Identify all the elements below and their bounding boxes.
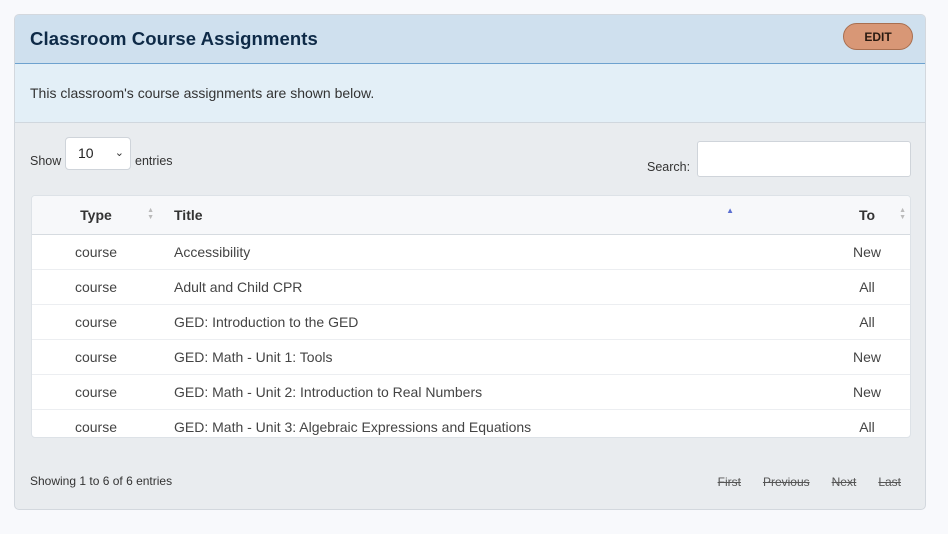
cell-type: course	[32, 304, 160, 340]
cell-to: All	[824, 304, 910, 340]
column-header-title[interactable]: Title ▲	[160, 196, 824, 235]
edit-button[interactable]: EDIT	[843, 23, 913, 50]
assignments-table: Type ▲ ▼ Title ▲ To ▲ ▼ course Accessibi…	[31, 195, 911, 438]
course-assignments-panel: Classroom Course Assignments EDIT This c…	[14, 14, 926, 510]
table-row: course GED: Math - Unit 1: Tools New	[32, 339, 910, 375]
sort-both-icon: ▲ ▼	[899, 207, 906, 221]
search-input[interactable]	[697, 141, 911, 177]
table-info: Showing 1 to 6 of 6 entries	[30, 474, 173, 488]
sort-both-icon: ▲ ▼	[147, 207, 154, 221]
cell-type: course	[74, 418, 118, 435]
table-row: course GED: Math - Unit 2: Introduction …	[32, 374, 910, 410]
cell-to: New	[824, 339, 910, 375]
cell-to: New	[824, 374, 910, 410]
cell-type: course	[32, 339, 160, 375]
table-row: course Adult and Child CPR All	[32, 269, 910, 305]
entries-label: entries	[135, 154, 173, 168]
column-header-to[interactable]: To ▲ ▼	[824, 196, 910, 235]
cell-type: course	[32, 234, 160, 270]
cell-title: GED: Math - Unit 3: Algebraic Expression…	[174, 418, 532, 435]
cell-title: GED: Introduction to the GED	[160, 304, 824, 340]
cell-title: Adult and Child CPR	[160, 269, 824, 305]
cell-title: GED: Math - Unit 2: Introduction to Real…	[160, 374, 824, 410]
cell-title: Accessibility	[160, 234, 824, 270]
sort-ascending-icon: ▲	[726, 206, 734, 215]
page-size-select[interactable]: 10 ⌄	[65, 137, 131, 170]
pagination: First Previous Next Last	[718, 475, 901, 489]
column-header-to-label: To	[858, 206, 876, 223]
search-label: Search:	[647, 160, 691, 174]
cell-title: GED: Math - Unit 1: Tools	[160, 339, 824, 375]
panel-title: Classroom Course Assignments	[30, 28, 318, 49]
show-label: Show	[30, 154, 62, 168]
next-page-button[interactable]: Next	[832, 475, 857, 489]
cell-to: All	[824, 269, 910, 305]
table-row: course GED: Introduction to the GED All	[32, 304, 910, 340]
column-header-title-label: Title	[174, 206, 203, 223]
page-size-value: 10	[78, 145, 94, 161]
table-header-row: Type ▲ ▼ Title ▲ To ▲ ▼	[32, 196, 910, 235]
description-text: This classroom's course assignments are …	[30, 85, 375, 101]
cell-type: course	[32, 269, 160, 305]
table-footer: Showing 1 to 6 of 6 entries First Previo…	[15, 455, 925, 505]
column-header-type-label: Type	[80, 206, 112, 223]
cell-to: All	[859, 418, 875, 435]
cell-to: New	[824, 234, 910, 270]
previous-page-button[interactable]: Previous	[763, 475, 810, 489]
panel-description: This classroom's course assignments are …	[15, 64, 925, 123]
table-row: course GED: Math - Unit 3: Algebraic Exp…	[32, 409, 910, 437]
column-header-type[interactable]: Type ▲ ▼	[32, 196, 160, 235]
table-controls: Show 10 ⌄ entries Search:	[15, 123, 925, 195]
first-page-button[interactable]: First	[718, 475, 741, 489]
table-row: course Accessibility New	[32, 234, 910, 270]
panel-header: Classroom Course Assignments EDIT	[15, 15, 925, 64]
cell-type: course	[32, 374, 160, 410]
chevron-down-icon: ⌄	[114, 147, 124, 159]
last-page-button[interactable]: Last	[878, 475, 901, 489]
